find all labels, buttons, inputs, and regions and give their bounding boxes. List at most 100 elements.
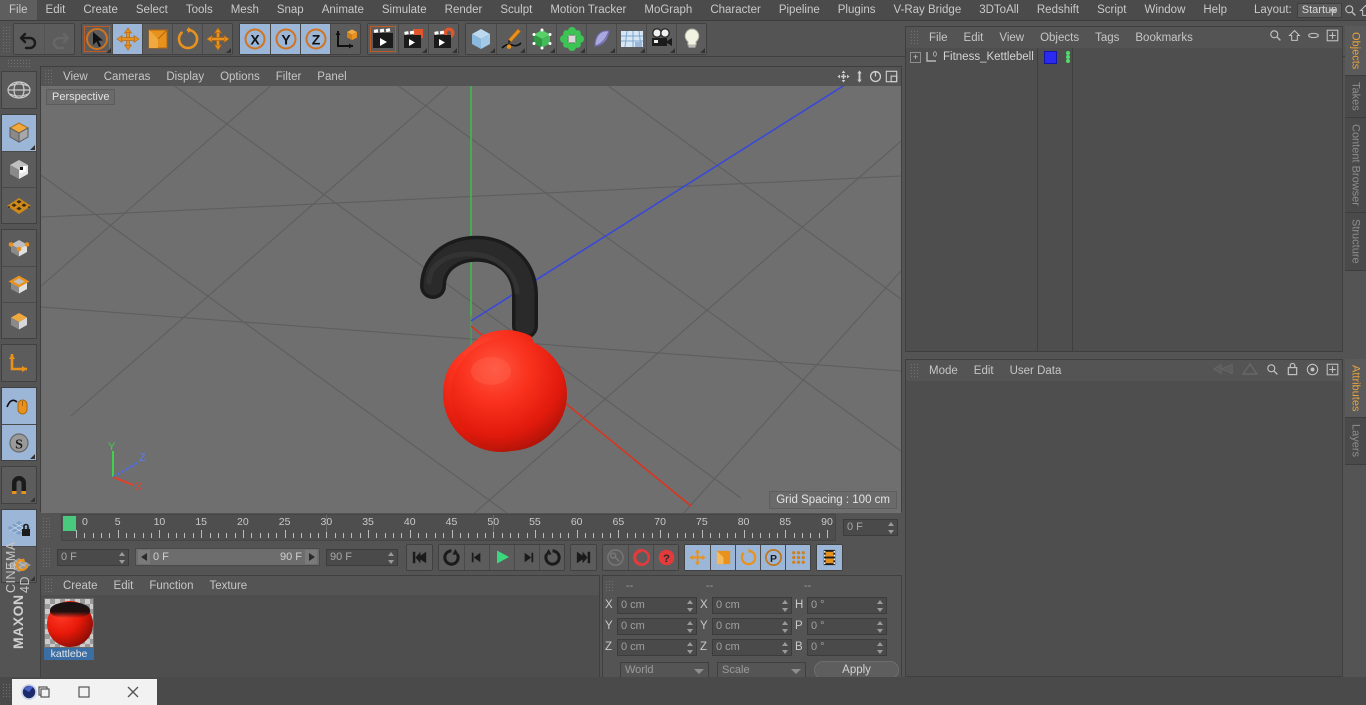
menu-item-mograph[interactable]: MoGraph — [635, 0, 701, 20]
spinner-icon[interactable] — [686, 641, 693, 654]
go-to-start-button[interactable] — [407, 544, 432, 570]
menu-item-file[interactable]: File — [0, 0, 37, 20]
menu-item-mesh[interactable]: Mesh — [222, 0, 268, 20]
dock-tab-content-browser[interactable]: Content Browser — [1345, 118, 1366, 213]
enable-snapping-button[interactable] — [2, 388, 36, 424]
play-button[interactable] — [489, 544, 514, 570]
add-panel-icon[interactable] — [1326, 29, 1339, 42]
frame-start-field[interactable]: 0 F — [57, 548, 129, 566]
frame-end-field[interactable]: 90 F — [326, 548, 398, 566]
viewport-rotate-icon[interactable] — [868, 69, 883, 85]
record-pla-button[interactable] — [785, 544, 810, 570]
search-icon[interactable] — [1269, 29, 1282, 42]
add-deformer-button[interactable] — [586, 23, 616, 54]
coordinates-grip[interactable] — [605, 579, 614, 593]
step-back-button[interactable] — [464, 544, 489, 570]
undo-button[interactable] — [14, 23, 44, 54]
expand-toggle-icon[interactable]: + — [910, 51, 921, 63]
search-icon[interactable] — [1344, 2, 1357, 19]
close-window-button[interactable] — [109, 679, 157, 705]
menu-item-v-ray-bridge[interactable]: V-Ray Bridge — [884, 0, 970, 20]
magnet-tool-button[interactable] — [2, 467, 36, 503]
dock-tab-layers[interactable]: Layers — [1345, 418, 1366, 465]
live-selection-tool[interactable] — [82, 23, 112, 54]
spinner-icon[interactable] — [781, 620, 788, 633]
objectmgr-menu-file[interactable]: File — [921, 29, 956, 47]
menu-item-pipeline[interactable]: Pipeline — [770, 0, 829, 20]
object-manager-grip[interactable] — [910, 30, 919, 45]
spinner-icon[interactable] — [387, 551, 394, 564]
menu-item-snap[interactable]: Snap — [268, 0, 313, 20]
undo-view-button[interactable] — [2, 72, 36, 108]
menu-item-tools[interactable]: Tools — [177, 0, 222, 20]
render-region-button[interactable] — [398, 23, 428, 54]
add-mograph-button[interactable] — [556, 23, 586, 54]
material-list[interactable]: kattlebe — [41, 595, 599, 679]
record-scale-button[interactable] — [710, 544, 735, 570]
viewport-dolly-icon[interactable] — [852, 69, 867, 85]
attribute-manager-grip[interactable] — [910, 363, 919, 378]
points-mode-button[interactable] — [2, 230, 36, 266]
range-right-arrow-icon[interactable] — [305, 550, 317, 564]
forward-keyframe-button[interactable] — [539, 544, 564, 570]
keyframe-selection-button[interactable]: ? — [653, 544, 678, 570]
go-back-keyframe-button[interactable] — [439, 544, 464, 570]
rotation-field[interactable]: 0 ° — [807, 596, 887, 614]
position-field[interactable]: 0 cm — [617, 617, 697, 635]
menu-item-create[interactable]: Create — [74, 0, 127, 20]
menu-item-sculpt[interactable]: Sculpt — [491, 0, 541, 20]
spinner-icon[interactable] — [118, 551, 125, 564]
objectmgr-menu-bookmarks[interactable]: Bookmarks — [1127, 29, 1201, 47]
size-field[interactable]: 0 cm — [712, 596, 792, 614]
rotation-field[interactable]: 0 ° — [807, 617, 887, 635]
restore-window-button[interactable] — [60, 679, 108, 705]
autokeying-button[interactable] — [628, 544, 653, 570]
step-forward-button[interactable] — [514, 544, 539, 570]
material-item[interactable]: kattlebe — [44, 598, 94, 660]
attrmgr-menu-user-data[interactable]: User Data — [1002, 362, 1070, 380]
menu-item-3dtoall[interactable]: 3DToAll — [970, 0, 1028, 20]
spinner-icon[interactable] — [876, 620, 883, 633]
spinner-icon[interactable] — [781, 641, 788, 654]
viewport-menu-filter[interactable]: Filter — [268, 68, 310, 86]
home-icon[interactable] — [1288, 29, 1301, 42]
add-environment-button[interactable] — [616, 23, 646, 54]
object-color-tag[interactable] — [1044, 50, 1057, 64]
redo-button[interactable] — [44, 23, 74, 54]
objectmgr-menu-tags[interactable]: Tags — [1087, 29, 1127, 47]
attrmgr-menu-edit[interactable]: Edit — [966, 362, 1002, 380]
add-generator-button[interactable] — [526, 23, 556, 54]
model-mode-button[interactable] — [2, 151, 36, 187]
size-field[interactable]: 0 cm — [712, 638, 792, 656]
toolbar-grip[interactable] — [2, 25, 11, 52]
axis-y-toggle[interactable]: Y — [270, 23, 300, 54]
polygons-mode-button[interactable] — [2, 302, 36, 338]
material-menu-function[interactable]: Function — [141, 577, 201, 595]
menu-item-simulate[interactable]: Simulate — [373, 0, 436, 20]
spinner-icon[interactable] — [781, 599, 788, 612]
spinner-icon[interactable] — [876, 641, 883, 654]
render-view-button[interactable] — [368, 23, 398, 54]
position-field[interactable]: 0 cm — [617, 596, 697, 614]
go-to-end-button[interactable] — [571, 544, 596, 570]
viewport-maximize-icon[interactable] — [884, 69, 899, 85]
material-tag-icon[interactable] — [1063, 50, 1073, 64]
left-toolbar-grip[interactable] — [7, 59, 31, 68]
world-object-axis-toggle[interactable] — [330, 23, 360, 54]
menu-item-edit[interactable]: Edit — [37, 0, 75, 20]
menu-item-help[interactable]: Help — [1194, 0, 1236, 20]
timeline-mode-button[interactable] — [817, 544, 842, 570]
add-light-button[interactable] — [676, 23, 706, 54]
material-menu-texture[interactable]: Texture — [201, 577, 255, 595]
axis-z-toggle[interactable]: Z — [300, 23, 330, 54]
ellipse-icon[interactable] — [1307, 29, 1320, 42]
render-settings-button[interactable] — [428, 23, 458, 54]
spinner-icon[interactable] — [686, 620, 693, 633]
object-tree[interactable]: + 0 Fitness_Kettlebell — [906, 48, 1342, 351]
material-manager-grip[interactable] — [44, 578, 53, 593]
viewport-menu-cameras[interactable]: Cameras — [96, 68, 159, 86]
menu-item-window[interactable]: Window — [1135, 0, 1194, 20]
soft-selection-button[interactable]: S — [2, 424, 36, 460]
viewport-menu-display[interactable]: Display — [158, 68, 212, 86]
position-field[interactable]: 0 cm — [617, 638, 697, 656]
